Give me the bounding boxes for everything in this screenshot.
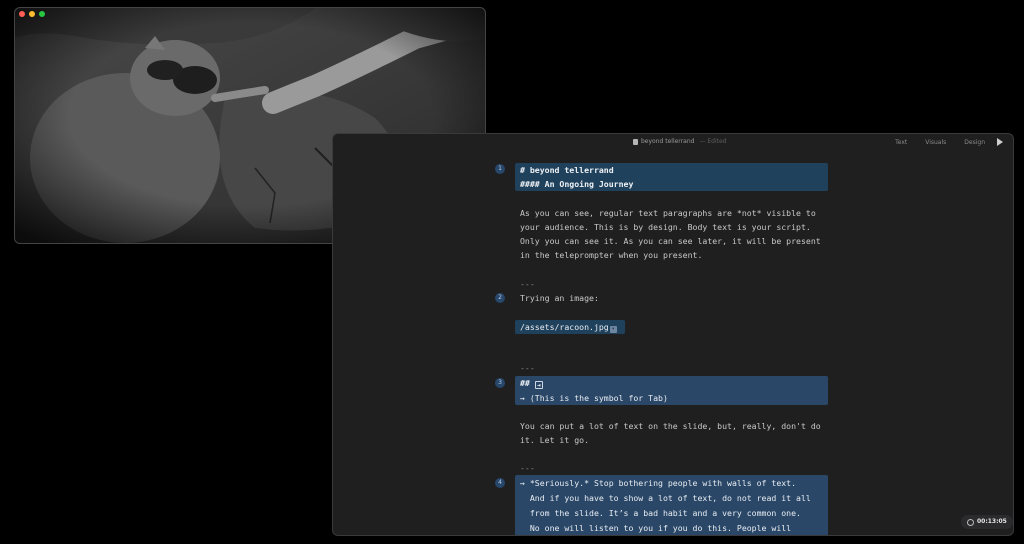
titlebar: beyond tellerrand — Edited Text Visuals … (333, 134, 1013, 150)
document-title: beyond tellerrand — Edited (633, 138, 726, 145)
block-line: → (This is the symbol for Tab) (520, 393, 668, 403)
block-text: Trying an image: (520, 293, 599, 303)
separator: --- (520, 279, 535, 289)
tab-text[interactable]: Text (895, 139, 907, 146)
slide-number-3[interactable]: 3 (495, 378, 505, 388)
body-text: it. Let it go. (520, 435, 590, 445)
tab-visuals[interactable]: Visuals (925, 139, 946, 146)
block-line: from the slide. It’s a bad habit and a v… (520, 508, 801, 518)
slide-number-2[interactable]: 2 (495, 293, 505, 303)
block-line: #### An Ongoing Journey (520, 179, 634, 189)
block-heading: ## ⇥ (520, 376, 543, 390)
tab-symbol-icon: ⇥ (534, 381, 543, 389)
heading-marker: ## (520, 378, 535, 388)
chevron-down-icon[interactable]: ▾ (609, 326, 617, 333)
block-line: → *Seriously.* Stop bothering people wit… (520, 478, 797, 488)
body-text: your audience. This is by design. Body t… (520, 222, 811, 232)
body-text: Only you can see it. As you can see late… (520, 236, 821, 246)
image-path-text: /assets/racoon.jpg (520, 322, 609, 332)
document-name: beyond tellerrand (641, 138, 695, 145)
slide-number-1[interactable]: 1 (495, 164, 505, 174)
document-status: — Edited (699, 138, 727, 145)
window-controls (19, 11, 45, 17)
tab-design[interactable]: Design (964, 139, 985, 146)
zoom-button[interactable] (39, 11, 45, 17)
block-line: And if you have to show a lot of text, d… (520, 493, 811, 503)
play-icon[interactable] (997, 138, 1003, 146)
body-text: As you can see, regular text paragraphs … (520, 208, 816, 218)
editor-window: beyond tellerrand — Edited Text Visuals … (332, 133, 1014, 536)
slide-number-4[interactable]: 4 (495, 478, 505, 488)
block-line: No one will listen to you if you do this… (520, 523, 792, 533)
document-icon (633, 138, 638, 145)
mode-tabs: Text Visuals Design (895, 138, 1003, 146)
separator: --- (520, 463, 535, 473)
block-line: # beyond tellerrand (520, 165, 614, 175)
body-text: You can put a lot of text on the slide, … (520, 421, 821, 431)
body-text: in the teleprompter when you present. (520, 250, 703, 260)
presentation-timer[interactable]: 00:13:05 (961, 515, 1013, 529)
clock-icon (967, 518, 974, 526)
minimize-button[interactable] (29, 11, 35, 17)
close-button[interactable] (19, 11, 25, 17)
separator: --- (520, 363, 535, 373)
timer-value: 00:13:05 (977, 518, 1007, 525)
image-path: /assets/racoon.jpg ▾ (520, 320, 617, 334)
